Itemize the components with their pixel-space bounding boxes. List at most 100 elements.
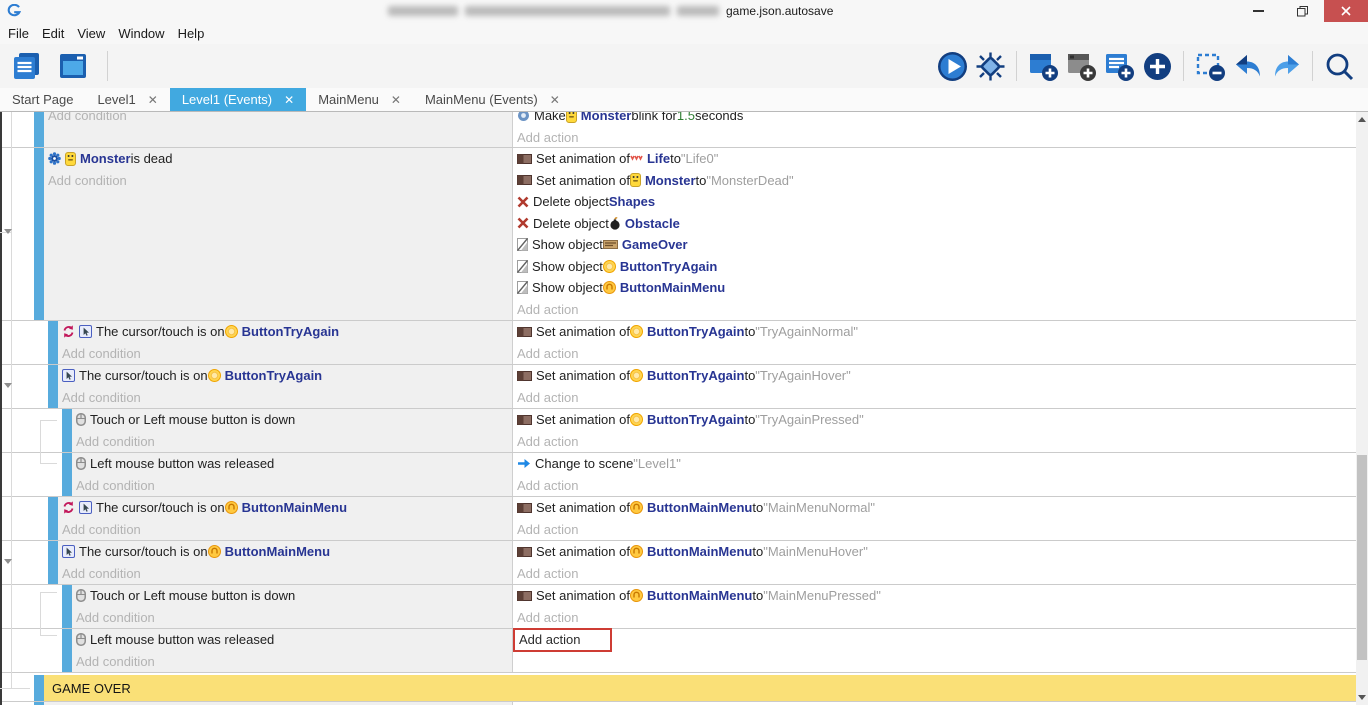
add-condition-button[interactable]: Add condition [62,566,141,581]
actions-cell[interactable]: Change to scene "Level1" Add action [512,453,1356,496]
event-instruction[interactable]: Make Monster blink for 1.5 seconds [517,112,1356,127]
tab-level1-events[interactable]: Level1 (Events) ✕ [170,88,306,111]
event-selection-bar[interactable] [62,409,72,452]
conditions-cell[interactable]: The cursor/touch is on ButtonTryAgain Add… [58,365,512,408]
event-selection-bar[interactable] [34,112,44,147]
conditions-cell[interactable]: Add condition [44,112,512,147]
vertical-scrollbar[interactable] [1356,112,1368,705]
actions-cell[interactable]: Set animation of Life to "Life0"Set anim… [512,148,1356,320]
scroll-down-arrow-icon[interactable] [1358,695,1366,700]
event-instruction[interactable]: Show object ButtonTryAgain [517,256,1356,278]
event-selection-bar[interactable] [48,321,58,364]
add-condition-button[interactable]: Add condition [48,173,127,188]
event-instruction[interactable]: Left mouse button was released [76,629,512,651]
tab-start-page[interactable]: Start Page [0,88,85,111]
conditions-cell[interactable]: Touch or Left mouse button is down Add co… [72,409,512,452]
add-condition-button[interactable]: Add condition [62,390,141,405]
event-instruction[interactable]: Set animation of ButtonMainMenu to "Main… [517,497,1356,519]
event-instruction[interactable]: Set animation of ButtonTryAgain to "TryA… [517,409,1356,431]
delete-selection-icon[interactable] [1193,49,1227,83]
undo-icon[interactable] [1231,49,1265,83]
add-other-event-icon[interactable] [1140,49,1174,83]
menu-window[interactable]: Window [116,26,175,41]
add-action-button[interactable]: Add action [517,478,578,493]
menu-edit[interactable]: Edit [40,26,75,41]
event-instruction[interactable]: Touch or Left mouse button is down [76,409,512,431]
event-instruction[interactable]: Delete object Shapes [517,191,1356,213]
event-instruction[interactable]: Show object GameOver [517,234,1356,256]
add-condition-button[interactable]: Add condition [62,522,141,537]
event-mainmenu-hover[interactable]: The cursor/touch is on ButtonMainMenu Add… [2,541,1356,585]
actions-cell[interactable]: Set animation of ButtonMainMenu to "Main… [512,541,1356,584]
actions-cell[interactable]: Set animation of ButtonTryAgain to "TryA… [512,409,1356,452]
event-tryagain-hover[interactable]: The cursor/touch is on ButtonTryAgain Add… [2,365,1356,409]
add-action-button[interactable]: Add action [517,566,578,581]
event-tryagain-normal[interactable]: The cursor/touch is on ButtonTryAgain Add… [2,321,1356,365]
event-instruction[interactable]: Change to scene "Level1" [517,453,1356,475]
event-instruction[interactable]: Set animation of ButtonTryAgain to "TryA… [517,321,1356,343]
comment-game-over[interactable]: GAME OVER [2,675,1356,702]
conditions-cell[interactable]: The cursor/touch is on ButtonMainMenu Add… [58,541,512,584]
project-manager-icon[interactable] [10,49,44,83]
event-instruction[interactable]: The cursor/touch is on ButtonTryAgain [62,321,512,343]
add-condition-button[interactable]: Add condition [76,478,155,493]
event-selection-bar[interactable] [34,675,44,701]
minimize-button[interactable] [1236,0,1280,22]
close-button[interactable] [1324,0,1368,22]
event-tryagain-pressed[interactable]: Touch or Left mouse button is down Add co… [2,409,1356,453]
tab-close-icon[interactable]: ✕ [550,93,560,107]
conditions-cell[interactable]: The cursor/touch is on ButtonMainMenu Add… [58,497,512,540]
add-condition-button[interactable]: Add condition [76,610,155,625]
conditions-cell[interactable]: Left mouse button was released Add condit… [72,629,512,672]
actions-cell[interactable]: Set animation of ButtonMainMenu to "Main… [512,497,1356,540]
event-instruction[interactable]: Set animation of ButtonTryAgain to "TryA… [517,365,1356,387]
event-selection-bar[interactable] [62,453,72,496]
event-instruction[interactable]: Touch or Left mouse button is down [76,585,512,607]
add-condition-button[interactable]: Add condition [48,112,127,123]
add-comment-icon[interactable] [1102,49,1136,83]
tab-mainmenu[interactable]: MainMenu ✕ [306,88,413,111]
actions-cell[interactable]: Set animation of ButtonTryAgain to "TryA… [512,365,1356,408]
conditions-cell[interactable]: The cursor/touch is on ButtonTryAgainAdd… [58,321,512,364]
menu-file[interactable]: File [8,26,40,41]
add-action-button[interactable]: Add action [513,628,612,652]
event-mainmenu-normal[interactable]: The cursor/touch is on ButtonMainMenu Add… [2,497,1356,541]
event-instruction[interactable]: Set animation of Life to "Life0" [517,148,1356,170]
event-selection-bar[interactable] [62,585,72,628]
event-selection-bar[interactable] [48,497,58,540]
scene-window-icon[interactable] [56,49,90,83]
actions-cell[interactable]: Set animation of ButtonTryAgain to "TryA… [512,321,1356,364]
tab-mainmenu-events[interactable]: MainMenu (Events) ✕ [413,88,572,111]
actions-cell[interactable]: Add action [512,629,1356,672]
event-instruction[interactable]: The cursor/touch is on ButtonMainMenu [62,541,512,563]
add-condition-button[interactable]: Add condition [76,434,155,449]
tab-level1[interactable]: Level1 ✕ [85,88,169,111]
event-selection-bar[interactable] [48,541,58,584]
event-instruction[interactable]: The cursor/touch is on ButtonTryAgain [62,365,512,387]
add-action-button[interactable]: Add action [517,610,578,625]
event-instruction[interactable]: The cursor/touch is on ButtonMainMenu [62,497,512,519]
add-action-button[interactable]: Add action [517,346,578,361]
event-instruction[interactable]: Monster is dead [48,148,512,170]
add-action-button[interactable]: Add action [517,302,578,317]
event-tail-clipped[interactable]: Add condition Make Monster blink for 1.5 … [2,112,1356,148]
event-mainmenu-pressed[interactable]: Touch or Left mouse button is down Add co… [2,585,1356,629]
add-action-button[interactable]: Add action [517,434,578,449]
comment-text[interactable]: GAME OVER [44,675,1356,701]
event-selection-bar[interactable] [48,365,58,408]
tab-close-icon[interactable]: ✕ [284,93,294,107]
add-condition-button[interactable]: Add condition [76,654,155,669]
conditions-cell[interactable]: Touch or Left mouse button is down Add co… [72,585,512,628]
add-subevent-icon[interactable] [1064,49,1098,83]
event-instruction[interactable]: Set animation of ButtonMainMenu to "Main… [517,541,1356,563]
add-event-icon[interactable] [1026,49,1060,83]
event-instruction[interactable]: Delete object Obstacle [517,213,1356,235]
search-icon[interactable] [1322,49,1356,83]
event-instruction[interactable]: Set animation of Monster to "MonsterDead… [517,170,1356,192]
scrollbar-thumb[interactable] [1357,455,1367,660]
event-instruction[interactable]: Set animation of ButtonMainMenu to "Main… [517,585,1356,607]
debugger-icon[interactable] [973,49,1007,83]
menu-help[interactable]: Help [176,26,216,41]
scroll-up-arrow-icon[interactable] [1358,117,1366,122]
add-action-button[interactable]: Add action [517,390,578,405]
